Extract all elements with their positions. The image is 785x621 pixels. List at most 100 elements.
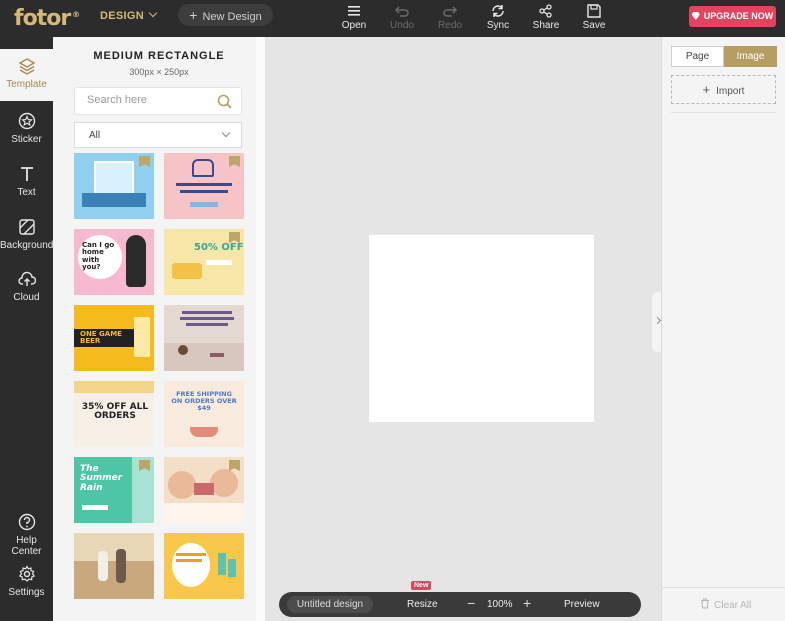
template-glitter-nail[interactable] bbox=[164, 533, 244, 599]
template-free-shipping[interactable]: FREE SHIPPING ON ORDERS OVER $49 bbox=[164, 381, 244, 447]
save-button[interactable]: Save bbox=[571, 4, 617, 31]
sidebar-item-label: Settings bbox=[8, 587, 45, 598]
new-design-label: New Design bbox=[202, 11, 262, 23]
template-text: 35% OFF ALL ORDERS bbox=[81, 402, 149, 422]
sidebar-item-label: Background bbox=[0, 240, 54, 251]
open-button[interactable]: Open bbox=[331, 4, 377, 31]
undo-icon bbox=[394, 6, 409, 17]
panel-title: MEDIUM RECTANGLE bbox=[93, 50, 225, 62]
chevron-down-icon bbox=[221, 128, 231, 138]
sidebar-item-sticker[interactable]: Sticker bbox=[0, 112, 53, 164]
tab-image[interactable]: Image bbox=[724, 46, 777, 67]
trash-icon bbox=[701, 598, 709, 609]
cloud-upload-icon bbox=[17, 271, 36, 286]
search-input[interactable] bbox=[87, 94, 207, 106]
premium-crown-icon bbox=[139, 156, 150, 167]
chevron-down-icon bbox=[148, 8, 158, 18]
template-one-game-beer[interactable]: ONE GAME BEER bbox=[74, 305, 154, 371]
sidebar-item-settings[interactable]: Settings bbox=[0, 565, 53, 617]
top-bar: fotor ® DESIGN + New Design Open Undo Redo… bbox=[0, 0, 785, 37]
template-summer-rain[interactable]: The Summer Rain bbox=[74, 457, 154, 523]
sidebar-item-cloud[interactable]: Cloud bbox=[0, 270, 53, 322]
bottom-toolbar: Untitled design Resize New − 100% + Prev… bbox=[279, 581, 641, 617]
template-text: Can I go home with you? bbox=[82, 241, 115, 272]
zoom-out-button[interactable]: − bbox=[467, 595, 475, 611]
sidebar-item-label: Help Center bbox=[11, 535, 42, 557]
redo-icon bbox=[443, 6, 458, 17]
save-icon bbox=[587, 4, 601, 18]
share-icon bbox=[539, 4, 552, 18]
new-badge: New bbox=[411, 581, 432, 590]
search-icon[interactable] bbox=[217, 94, 232, 109]
template-family-hands[interactable] bbox=[164, 153, 244, 219]
upgrade-now-button[interactable]: UPGRADE NOW bbox=[689, 6, 776, 27]
upgrade-label: UPGRADE NOW bbox=[703, 11, 774, 21]
template-couple-beach[interactable] bbox=[74, 533, 154, 599]
new-design-button[interactable]: + New Design bbox=[178, 4, 273, 26]
design-canvas[interactable] bbox=[369, 235, 594, 422]
template-sofa-sale[interactable]: 50% OFF bbox=[164, 229, 244, 295]
filter-value: All bbox=[89, 130, 101, 141]
template-blue-window[interactable] bbox=[74, 153, 154, 219]
redo-button[interactable]: Redo bbox=[427, 4, 473, 31]
sidebar-item-template[interactable]: Template bbox=[0, 49, 53, 101]
document-name[interactable]: Untitled design bbox=[287, 596, 373, 613]
zoom-in-button[interactable]: + bbox=[523, 595, 531, 611]
sidebar-item-label: Sticker bbox=[11, 134, 42, 145]
template-mothers-day-sale[interactable]: 35% OFF ALL ORDERS bbox=[74, 381, 154, 447]
sync-icon bbox=[492, 5, 504, 17]
save-label: Save bbox=[582, 20, 606, 31]
layers-icon bbox=[18, 58, 35, 75]
share-button[interactable]: Share bbox=[523, 4, 569, 31]
resize-button[interactable]: Resize bbox=[407, 599, 438, 610]
open-label: Open bbox=[341, 20, 367, 31]
logo-registered-mark: ® bbox=[72, 9, 80, 19]
panel-scrollbar[interactable] bbox=[256, 37, 265, 621]
text-icon bbox=[20, 167, 33, 181]
zoom-level: 100% bbox=[487, 599, 513, 610]
template-text: FREE SHIPPING ON ORDERS OVER $49 bbox=[171, 390, 237, 412]
help-icon bbox=[18, 513, 35, 531]
sidebar-item-text[interactable]: Text bbox=[0, 165, 53, 217]
background-icon bbox=[18, 219, 35, 235]
sidebar-item-label: Text bbox=[17, 187, 36, 198]
sync-label: Sync bbox=[486, 20, 510, 31]
search-box[interactable] bbox=[74, 87, 242, 115]
redo-label: Redo bbox=[438, 20, 462, 31]
fotor-logo[interactable]: fotor ® bbox=[14, 6, 80, 31]
divider bbox=[671, 112, 776, 113]
template-text: ONE GAME BEER bbox=[80, 330, 122, 346]
category-filter-dropdown[interactable]: All bbox=[74, 122, 242, 148]
sidebar-item-help-center[interactable]: Help Center bbox=[0, 513, 53, 565]
tab-page[interactable]: Page bbox=[671, 46, 724, 67]
logo-text: fotor bbox=[14, 6, 71, 31]
sidebar-item-label: Cloud bbox=[13, 292, 40, 303]
plus-icon: + bbox=[702, 82, 711, 97]
plus-icon: + bbox=[189, 7, 198, 23]
right-panel: Page Image + Import Clear All bbox=[661, 37, 785, 621]
sync-button[interactable]: Sync bbox=[475, 4, 521, 31]
import-button[interactable]: + Import bbox=[671, 75, 776, 104]
clear-all-button[interactable]: Clear All bbox=[700, 598, 751, 611]
clear-all-label: Clear All bbox=[714, 600, 752, 611]
chevron-right-icon bbox=[653, 316, 662, 325]
template-babies[interactable] bbox=[164, 457, 244, 523]
divider bbox=[662, 587, 785, 588]
sidebar-item-label: Template bbox=[6, 79, 47, 90]
diamond-icon bbox=[691, 12, 700, 20]
gear-icon bbox=[18, 565, 35, 582]
canvas-area bbox=[265, 37, 664, 621]
menu-icon bbox=[348, 6, 360, 16]
premium-crown-icon bbox=[229, 460, 240, 471]
template-text: The Summer Rain bbox=[80, 464, 123, 493]
undo-label: Undo bbox=[390, 20, 414, 31]
panel-subtitle: 300px × 250px bbox=[129, 67, 189, 77]
template-mothers-day-must[interactable] bbox=[164, 305, 244, 371]
design-mode-label: DESIGN bbox=[100, 10, 144, 22]
share-label: Share bbox=[532, 20, 560, 31]
template-cat-home[interactable]: Can I go home with you? bbox=[74, 229, 154, 295]
sidebar-item-background[interactable]: Background bbox=[0, 218, 53, 270]
preview-button[interactable]: Preview bbox=[564, 599, 600, 610]
undo-button[interactable]: Undo bbox=[379, 4, 425, 31]
design-mode-dropdown[interactable]: DESIGN bbox=[100, 8, 158, 22]
